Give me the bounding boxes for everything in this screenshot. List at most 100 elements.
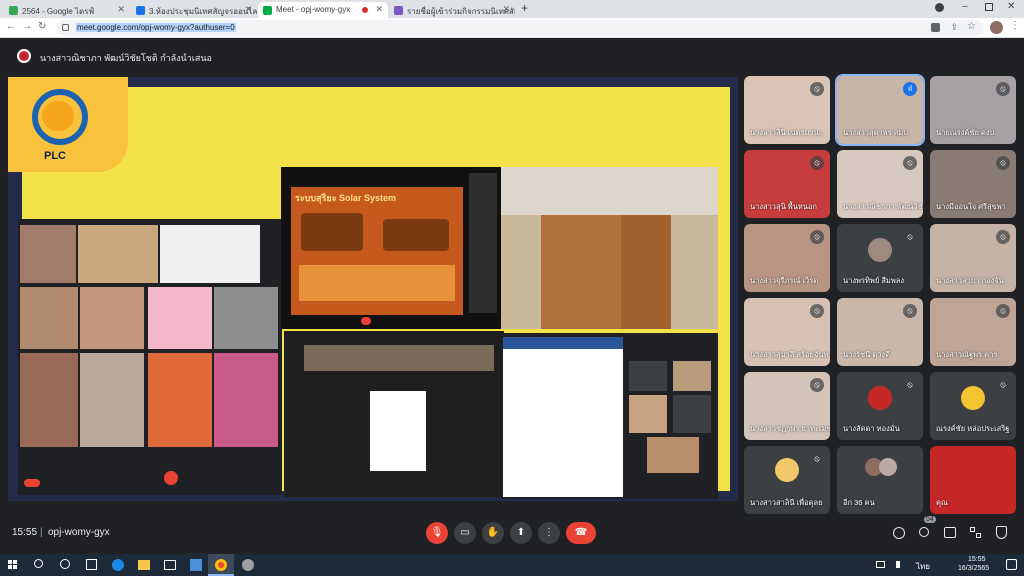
browser-tab-strip: 2564 - Google ไดรฟ์ ✕ 3.ห้องประชุมนิเทศส… bbox=[0, 0, 1024, 18]
app-icon[interactable] bbox=[242, 559, 254, 571]
close-window-icon[interactable]: ✕ bbox=[1007, 1, 1015, 12]
meet-window: นางสาวณิชาภา พัฒน์วิชัยโชติ กำลังนำเสนอ … bbox=[0, 39, 1024, 554]
people-count-badge: 54 bbox=[924, 516, 936, 523]
notifications-icon[interactable] bbox=[1006, 559, 1017, 570]
back-icon[interactable]: ← bbox=[6, 21, 16, 32]
close-tab-icon[interactable]: ✕ bbox=[502, 4, 510, 15]
participant-name: นางสาวณิชาภา พัฒน์วิชัยโชติ bbox=[843, 202, 923, 211]
tab-google-drive[interactable]: 2564 - Google ไดรฟ์ ✕ bbox=[4, 2, 130, 18]
restore-icon[interactable] bbox=[985, 3, 993, 11]
network-icon[interactable] bbox=[876, 561, 885, 568]
participant-tile[interactable]: ⦸ นางลัดดา ทองมั่น bbox=[837, 372, 923, 440]
avatar bbox=[868, 238, 892, 262]
close-tab-icon[interactable]: ✕ bbox=[117, 4, 125, 15]
task-view-icon[interactable] bbox=[60, 559, 70, 569]
participant-name: นายณรงค์ชัย ดงบ bbox=[936, 128, 995, 137]
close-tab-icon[interactable]: ✕ bbox=[375, 4, 383, 15]
share-icon[interactable]: ⇪ bbox=[950, 22, 958, 33]
more-options-button[interactable]: ⋮ bbox=[538, 522, 560, 544]
tab-meet[interactable]: Meet - opj-womy-gyx ✕ bbox=[258, 2, 388, 18]
close-tab-icon[interactable]: ✕ bbox=[244, 4, 252, 15]
presenter-label: นางสาวณิชาภา พัฒน์วิชัยโชติ กำลังนำเสนอ bbox=[40, 53, 212, 63]
participant-name: นางสาวสุมาลี สร้อยจันท bbox=[750, 350, 829, 359]
mic-off-icon: ⦸ bbox=[810, 378, 824, 392]
present-screen-icon: ⬆ bbox=[516, 527, 526, 538]
activities-icon[interactable] bbox=[970, 527, 982, 539]
camera-in-use-icon[interactable] bbox=[931, 23, 940, 32]
taskbar-clock-date[interactable]: 16/3/2565 bbox=[958, 565, 989, 572]
mic-off-icon: ⦸ bbox=[903, 378, 917, 392]
mic-off-icon: ⦸ bbox=[903, 304, 917, 318]
participant-name: นางพรทิพย์ สีมพลง bbox=[843, 276, 905, 285]
address-bar[interactable]: meet.google.com/opj-womy-gyx?authuser=0 … bbox=[56, 20, 984, 36]
url-text[interactable]: meet.google.com/opj-womy-gyx?authuser=0 bbox=[76, 23, 236, 32]
avatar bbox=[961, 386, 985, 410]
tab-meeting-room[interactable]: 3.ห้องประชุมนิเทศสัญจรออนไลน์ภาค ✕ bbox=[131, 2, 257, 18]
leave-call-button[interactable]: ☎ bbox=[566, 522, 596, 544]
self-view-tile[interactable]: คุณ bbox=[930, 446, 1016, 514]
forward-icon[interactable]: → bbox=[22, 21, 32, 32]
volume-icon[interactable] bbox=[896, 561, 905, 568]
mic-toggle-button[interactable]: 🎙 bbox=[426, 522, 448, 544]
windows-start-icon[interactable] bbox=[8, 560, 18, 570]
present-button[interactable]: ⬆ bbox=[510, 522, 532, 544]
participant-tile[interactable]: ⦸ นางสาวสุมาลี สร้อยจันท bbox=[744, 298, 830, 366]
participant-tile[interactable]: ıl นางสาวสุดาพร สมบ bbox=[835, 74, 925, 146]
participant-tile[interactable]: ⦸ นางสาวณิชาภา พัฒน์วิชัยโชติ bbox=[837, 150, 923, 218]
participant-name: นางสาวสินี เนตรมานะ bbox=[750, 128, 823, 137]
taskbar-clock-time[interactable]: 15:55 bbox=[968, 556, 986, 563]
presentation-stage[interactable]: PLC ระบบสุริยะ Solar System bbox=[8, 77, 738, 501]
meeting-code[interactable]: opj-womy-gyx bbox=[48, 527, 110, 538]
slide-photo-classroom bbox=[501, 167, 718, 329]
lock-icon bbox=[62, 24, 69, 31]
chat-icon[interactable] bbox=[944, 527, 956, 538]
mail-icon[interactable] bbox=[164, 560, 176, 570]
meeting-time: 15:55 bbox=[12, 527, 38, 538]
bookmark-star-icon[interactable]: ☆ bbox=[967, 21, 976, 32]
participant-name: นางสาวจุรีภรณ์ เวิรด bbox=[750, 276, 819, 285]
participant-tile[interactable]: ⦸ ณรงค์ชัย หล่อประเสริฐ bbox=[930, 372, 1016, 440]
raise-hand-button[interactable]: ✋ bbox=[482, 522, 504, 544]
participant-tile[interactable]: ⦸ นางมีออนใจ ศรีสุขพา bbox=[930, 150, 1016, 218]
participant-tile[interactable]: ⦸ นางสาวจุรีภรณ์ เวิรด bbox=[744, 224, 830, 292]
camera-toggle-button[interactable]: ▭ bbox=[454, 522, 476, 544]
participant-name: นางมีออนใจ ศรีสุขพา bbox=[936, 202, 1006, 211]
hand-icon: ✋ bbox=[486, 527, 500, 538]
search-icon[interactable] bbox=[34, 559, 43, 568]
edge-icon[interactable] bbox=[112, 559, 124, 571]
new-tab-icon[interactable]: + bbox=[521, 1, 528, 15]
participant-tile[interactable]: ⦸ นางสาวชฎาพร ยาทะเมฆ bbox=[744, 372, 830, 440]
mic-off-icon: ⦸ bbox=[996, 304, 1010, 318]
participant-tile[interactable]: ⦸ นางสาวสายา กองจัน bbox=[930, 224, 1016, 292]
store-icon[interactable] bbox=[190, 559, 202, 571]
file-explorer-icon[interactable] bbox=[138, 560, 150, 570]
participant-tile[interactable]: ⦸ นางรัชนี ดวงดี bbox=[837, 298, 923, 366]
participant-name: นางสาวสุดาพร สมบ bbox=[843, 128, 908, 137]
profile-avatar[interactable] bbox=[990, 21, 1003, 34]
input-language[interactable]: ไทย bbox=[916, 560, 930, 573]
participant-tile[interactable]: ⦸ นางสาวสุนิ พื้นหนอก bbox=[744, 150, 830, 218]
participant-tile[interactable]: ⦸ นางสาวสาลินี เพื่อดุลย bbox=[744, 446, 830, 514]
mic-off-icon: ⦸ bbox=[996, 230, 1010, 244]
minimize-icon[interactable]: – bbox=[962, 1, 968, 12]
mic-off-icon: ⦸ bbox=[903, 156, 917, 170]
avatar bbox=[879, 458, 897, 476]
menu-more-icon[interactable]: ⋮ bbox=[1010, 20, 1020, 31]
participant-tile[interactable]: ⦸ นางสาวสินี เนตรมานะ bbox=[744, 76, 830, 144]
host-controls-shield-icon[interactable] bbox=[996, 526, 1007, 539]
tab-search-icon[interactable] bbox=[935, 3, 944, 12]
people-button[interactable]: 54 bbox=[918, 516, 936, 540]
participant-tile[interactable]: ⦸ นายณรงค์ชัย ดงบ bbox=[930, 76, 1016, 144]
task-view-windows-icon[interactable] bbox=[86, 559, 97, 570]
speaking-icon: ıl bbox=[903, 82, 917, 96]
reload-icon[interactable]: ↻ bbox=[38, 21, 46, 32]
participant-tile[interactable]: ⦸ นางสาวณัฐพร คาร bbox=[930, 298, 1016, 366]
more-participants-tile[interactable]: อีก 36 คน bbox=[837, 446, 923, 514]
tab-attendance-list[interactable]: รายชื่อผู้เข้าร่วมกิจกรรมนิเทศสัญจรออนไ … bbox=[389, 2, 515, 18]
chrome-taskbar-button[interactable] bbox=[208, 554, 234, 576]
participant-name: นางรัชนี ดวงดี bbox=[843, 350, 890, 359]
participant-tile[interactable]: ⦸ นางพรทิพย์ สีมพลง bbox=[837, 224, 923, 292]
camera-icon: ▭ bbox=[460, 527, 470, 538]
meeting-details-icon[interactable] bbox=[893, 527, 905, 539]
mic-off-icon: 🎙 bbox=[430, 527, 444, 538]
